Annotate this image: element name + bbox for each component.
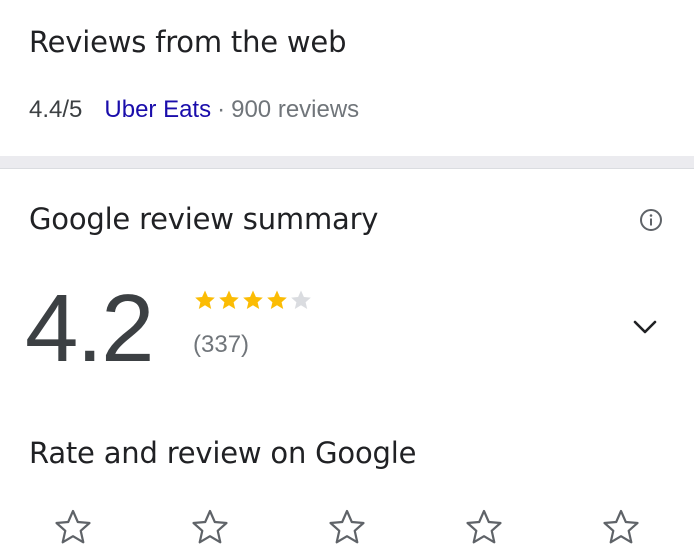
star-outline-icon[interactable] [464, 508, 504, 548]
web-review-row: 4.4/5 Uber Eats · 900 reviews [29, 92, 359, 128]
star-outline-icon[interactable] [601, 508, 641, 548]
star-filled-icon [219, 290, 239, 309]
review-summary-title: Google review summary [29, 202, 379, 236]
web-review-count: 900 reviews [231, 96, 360, 123]
rating-stars [193, 288, 313, 314]
chevron-down-icon[interactable] [630, 312, 660, 342]
web-reviews-section: Reviews from the web 4.4/5 Uber Eats · 900 … [0, 0, 694, 156]
info-icon[interactable] [639, 208, 663, 232]
star-empty-icon [291, 290, 311, 309]
star-outline-icon[interactable] [327, 508, 367, 548]
web-review-source-link[interactable]: Uber Eats [104, 96, 211, 123]
star-filled-icon [195, 290, 215, 309]
web-reviews-title: Reviews from the web [29, 25, 347, 59]
separator-dot: · [217, 96, 226, 123]
star-outline-icon[interactable] [53, 508, 93, 548]
rate-stars-row [0, 500, 694, 544]
star-filled-icon [243, 290, 263, 309]
star-outline-icon[interactable] [190, 508, 230, 548]
section-divider [0, 156, 694, 169]
web-review-score: 4.4/5 [29, 96, 83, 123]
review-count[interactable]: (337) [193, 328, 249, 362]
rate-and-review-title: Rate and review on Google [29, 436, 417, 470]
star-filled-icon [267, 290, 287, 309]
average-rating: 4.2 [25, 275, 154, 382]
